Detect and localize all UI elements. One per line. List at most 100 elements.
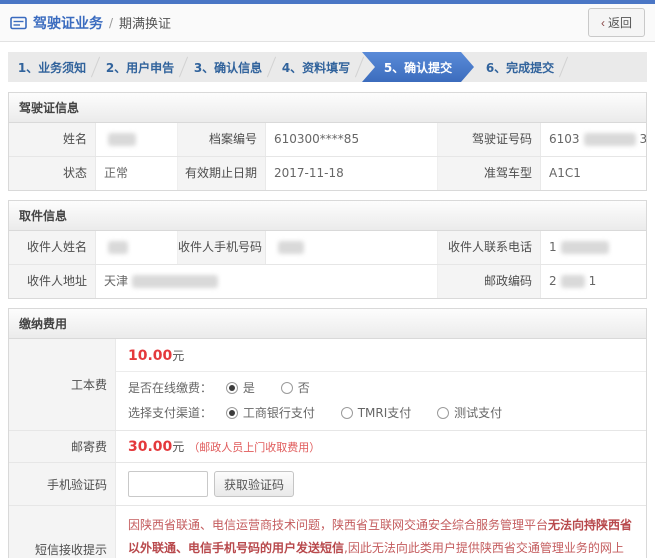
license-number-prefix: 6103	[549, 132, 580, 146]
zip-code-value: 21	[541, 265, 646, 298]
zip-code-suffix: 1	[589, 274, 597, 288]
production-fee-content: 10.00元 是否在线缴费： 是 否 选择支付渠道： 工商银行支付 TMRI支付…	[116, 339, 646, 430]
sms-notice-text: 因陕西省联通、电信运营商技术问题，陕西省互联网交通安全综合服务管理平台无法向持陕…	[116, 506, 646, 558]
breadcrumb-current: 期满换证	[119, 13, 171, 32]
step-1-notice[interactable]: 1、业务须知	[8, 52, 96, 82]
name-redacted-blob	[108, 133, 136, 146]
pickup-row-1: 收件人姓名 收件人手机号码 收件人联系电话 1	[9, 231, 646, 264]
license-number-suffix: 3163X	[640, 132, 646, 146]
payment-section-title: 缴纳费用	[9, 309, 646, 339]
step-6-finish[interactable]: 6、完成提交	[476, 52, 564, 82]
valid-until-value: 2017-11-18	[266, 157, 438, 190]
payment-section: 缴纳费用 工本费 10.00元 是否在线缴费： 是 否 选择支付渠道： 工商银行…	[8, 308, 647, 558]
sms-code-content: 获取验证码	[116, 463, 646, 505]
recipient-phone-value: 1	[541, 231, 646, 264]
pickup-section-title: 取件信息	[9, 201, 646, 231]
mail-fee-amount: 30.00	[128, 439, 172, 455]
back-button[interactable]: ‹返回	[588, 8, 645, 37]
sms-notice-part1: 因陕西省联通、电信运营商技术问题，陕西省互联网交通安全综合服务管理平台	[128, 518, 548, 532]
recipient-address-label: 收件人地址	[9, 265, 96, 298]
valid-until-label: 有效期止日期	[178, 157, 266, 190]
zip-code-redacted-blob	[561, 275, 585, 288]
channel-icbc-radio[interactable]	[226, 407, 238, 419]
production-fee-label: 工本费	[9, 339, 116, 430]
online-pay-line: 是否在线缴费： 是 否	[116, 372, 646, 400]
mail-fee-content: 30.00元 （邮政人员上门收取费用）	[116, 431, 646, 462]
license-row-2: 状态 正常 有效期止日期 2017-11-18 准驾车型 A1C1	[9, 156, 646, 190]
recipient-address-redacted-blob	[132, 275, 218, 288]
recipient-address-value: 天津	[96, 265, 438, 298]
recipient-phone-label: 收件人联系电话	[438, 231, 541, 264]
online-pay-no-label: 否	[298, 381, 310, 395]
sms-notice-label: 短信接收提示	[9, 506, 116, 558]
sms-code-label: 手机验证码	[9, 463, 116, 505]
file-number-label: 档案编号	[178, 123, 266, 156]
channel-icbc-option[interactable]: 工商银行支付	[226, 406, 315, 420]
channel-test-option[interactable]: 测试支付	[437, 406, 502, 420]
channel-tmri-radio[interactable]	[341, 407, 353, 419]
production-fee-amount-line: 10.00元	[116, 339, 646, 372]
recipient-name-redacted-blob	[108, 241, 128, 254]
production-fee-row: 工本费 10.00元 是否在线缴费： 是 否 选择支付渠道： 工商银行支付 TM…	[9, 339, 646, 430]
back-chevron-icon: ‹	[601, 16, 605, 30]
online-pay-yes-option[interactable]: 是	[226, 381, 255, 395]
back-button-label: 返回	[608, 16, 632, 30]
online-pay-no-radio[interactable]	[281, 382, 293, 394]
recipient-phone-prefix: 1	[549, 240, 557, 254]
status-label: 状态	[9, 157, 96, 190]
file-number-value: 610300****85	[266, 123, 438, 156]
step-5-confirm-submit-active[interactable]: 5、确认提交	[362, 52, 474, 82]
online-pay-yes-label: 是	[243, 381, 255, 395]
recipient-mobile-redacted-blob	[278, 241, 304, 254]
recipient-name-value	[96, 231, 178, 264]
production-fee-amount: 10.00	[128, 348, 172, 364]
channel-tmri-option[interactable]: TMRI支付	[341, 406, 412, 420]
online-pay-question: 是否在线缴费：	[128, 381, 212, 395]
vehicle-type-label: 准驾车型	[438, 157, 541, 190]
license-number-value: 6103 3163X	[541, 123, 646, 156]
vehicle-type-value: A1C1	[541, 157, 646, 190]
mail-fee-row: 邮寄费 30.00元 （邮政人员上门收取费用）	[9, 430, 646, 462]
license-card-icon	[10, 16, 27, 30]
production-fee-unit: 元	[172, 349, 184, 363]
status-value: 正常	[96, 157, 178, 190]
channel-icbc-label: 工商银行支付	[243, 406, 315, 420]
page-title: 驾驶证业务	[33, 13, 103, 33]
sms-code-input[interactable]	[128, 471, 208, 497]
name-value	[96, 123, 178, 156]
step-2-declaration[interactable]: 2、用户申告	[96, 52, 184, 82]
license-number-label: 驾驶证号码	[438, 123, 541, 156]
pickup-row-2: 收件人地址 天津 邮政编码 21	[9, 264, 646, 298]
zip-code-prefix: 2	[549, 274, 557, 288]
step-3-confirm-info[interactable]: 3、确认信息	[184, 52, 272, 82]
recipient-phone-redacted-blob	[561, 241, 609, 254]
pickup-info-section: 取件信息 收件人姓名 收件人手机号码 收件人联系电话 1 收件人地址 天津 邮政…	[8, 200, 647, 299]
sms-code-row: 手机验证码 获取验证码	[9, 462, 646, 505]
online-pay-no-option[interactable]: 否	[281, 381, 310, 395]
sms-notice-row: 短信接收提示 因陕西省联通、电信运营商技术问题，陕西省互联网交通安全综合服务管理…	[9, 505, 646, 558]
mail-fee-label: 邮寄费	[9, 431, 116, 462]
zip-code-label: 邮政编码	[438, 265, 541, 298]
recipient-address-prefix: 天津	[104, 274, 128, 288]
recipient-mobile-value	[266, 231, 438, 264]
step-4-fill-data[interactable]: 4、资料填写	[272, 52, 360, 82]
online-pay-yes-radio[interactable]	[226, 382, 238, 394]
mail-fee-unit: 元	[172, 440, 184, 454]
channel-question: 选择支付渠道：	[128, 406, 212, 420]
recipient-mobile-label: 收件人手机号码	[178, 231, 266, 264]
license-row-1: 姓名 档案编号 610300****85 驾驶证号码 6103 3163X	[9, 123, 646, 156]
channel-line: 选择支付渠道： 工商银行支付 TMRI支付 测试支付	[116, 400, 646, 430]
name-label: 姓名	[9, 123, 96, 156]
license-info-section: 驾驶证信息 姓名 档案编号 610300****85 驾驶证号码 6103 316…	[8, 92, 647, 191]
mail-fee-note: （邮政人员上门收取费用）	[188, 441, 320, 454]
recipient-name-label: 收件人姓名	[9, 231, 96, 264]
channel-test-label: 测试支付	[454, 406, 502, 420]
get-code-button[interactable]: 获取验证码	[214, 471, 294, 497]
page-header: 驾驶证业务 / 期满换证 ‹返回	[0, 4, 655, 42]
breadcrumb-separator: /	[109, 16, 113, 30]
channel-tmri-label: TMRI支付	[358, 406, 412, 420]
license-section-title: 驾驶证信息	[9, 93, 646, 123]
license-number-redacted-blob	[584, 133, 636, 146]
step-progress-bar: 1、业务须知 2、用户申告 3、确认信息 4、资料填写 5、确认提交 6、完成提…	[8, 52, 647, 82]
channel-test-radio[interactable]	[437, 407, 449, 419]
